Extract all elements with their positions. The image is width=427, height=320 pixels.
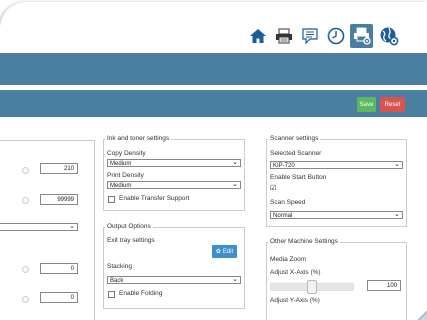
stacking-value: Back bbox=[110, 278, 124, 284]
number-field-2[interactable]: 99999 bbox=[40, 194, 78, 205]
number-field-3[interactable]: 0 bbox=[40, 263, 78, 274]
message-icon[interactable] bbox=[298, 24, 321, 48]
globe-settings-icon[interactable] bbox=[377, 24, 400, 48]
option-radio[interactable] bbox=[22, 296, 29, 303]
chevron-down-icon: ⌄ bbox=[394, 161, 400, 168]
number-field-1[interactable]: 210 bbox=[40, 163, 78, 174]
printer-settings-icon[interactable] bbox=[350, 24, 373, 48]
other-settings-title: Other Machine Settings bbox=[268, 238, 340, 245]
chevron-down-icon: ⌄ bbox=[232, 159, 238, 166]
gear-icon: ✿ bbox=[215, 249, 221, 255]
scan-speed-value: Normal bbox=[273, 213, 293, 219]
save-button[interactable]: Save bbox=[357, 97, 376, 112]
clock-icon[interactable] bbox=[324, 24, 347, 48]
option-radio[interactable] bbox=[22, 197, 29, 204]
number-field-4[interactable]: 0 bbox=[40, 292, 78, 303]
folding-label: Enable Folding bbox=[119, 290, 163, 297]
edit-button[interactable]: ✿ Edit bbox=[212, 245, 237, 258]
printer-icon[interactable] bbox=[272, 24, 295, 48]
start-button-checkbox[interactable]: ☑ bbox=[270, 185, 276, 192]
start-button-label: Enable Start Button bbox=[270, 174, 327, 181]
print-density-label: Print Density bbox=[107, 172, 144, 179]
stacking-select[interactable]: Back ⌄ bbox=[107, 276, 241, 284]
option-radio[interactable] bbox=[22, 167, 29, 174]
exit-tray-label: Exit tray settings bbox=[107, 237, 155, 244]
stacking-label: Stacking bbox=[107, 263, 132, 270]
selected-scanner-label: Selected Scanner bbox=[270, 150, 322, 157]
settings-card: Save Reset 210 99999 ⌄ 0 0 Ink and toner… bbox=[0, 2, 427, 320]
copy-density-select[interactable]: Medium ⌄ bbox=[107, 159, 241, 167]
edit-label: Edit bbox=[222, 248, 234, 255]
chevron-down-icon: ⌄ bbox=[69, 223, 75, 230]
ink-toner-title: Ink and toner settings bbox=[105, 135, 172, 142]
home-icon[interactable] bbox=[246, 24, 269, 48]
selected-scanner-value: KIP-720 bbox=[273, 163, 295, 169]
output-options-title: Output Options bbox=[105, 223, 153, 230]
folding-checkbox[interactable] bbox=[108, 291, 115, 298]
page: Save Reset 210 99999 ⌄ 0 0 Ink and toner… bbox=[0, 0, 427, 320]
left-select[interactable]: ⌄ bbox=[0, 223, 78, 231]
chevron-down-icon: ⌄ bbox=[394, 211, 400, 218]
scanner-title: Scanner settings bbox=[268, 135, 321, 142]
chevron-down-icon: ⌄ bbox=[232, 181, 238, 188]
transfer-support-label: Enable Transfer Support bbox=[119, 195, 190, 202]
scan-speed-label: Scan Speed bbox=[270, 199, 306, 206]
selected-scanner-select[interactable]: KIP-720 ⌄ bbox=[270, 161, 403, 169]
adjust-y-label: Adjust Y-Axis (%) bbox=[270, 297, 320, 304]
adjust-x-label: Adjust X-Axis (%) bbox=[270, 269, 321, 276]
chevron-down-icon: ⌄ bbox=[232, 276, 238, 283]
media-zoom-label: Media Zoom bbox=[270, 256, 307, 263]
reset-button[interactable]: Reset bbox=[380, 97, 405, 112]
print-density-select[interactable]: Medium ⌄ bbox=[107, 181, 241, 189]
option-radio[interactable] bbox=[22, 266, 29, 273]
page-curl-icon bbox=[417, 310, 427, 320]
scan-speed-select[interactable]: Normal ⌄ bbox=[270, 211, 403, 219]
header-bar bbox=[0, 53, 427, 85]
adjust-x-input[interactable]: 100 bbox=[367, 280, 401, 291]
adjust-x-slider-handle[interactable] bbox=[307, 280, 317, 294]
transfer-support-checkbox[interactable] bbox=[108, 196, 115, 203]
print-density-value: Medium bbox=[110, 183, 132, 189]
copy-density-label: Copy Density bbox=[107, 150, 146, 157]
copy-density-value: Medium bbox=[110, 161, 132, 167]
